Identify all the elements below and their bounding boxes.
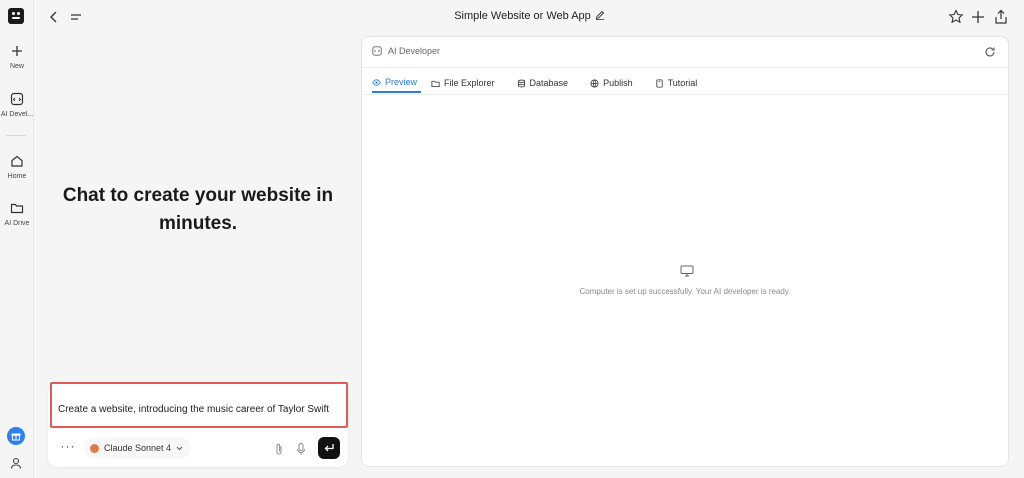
hero-heading: Chat to create your website in minutes. [62,185,334,234]
tab-preview[interactable]: Preview [372,73,422,93]
plus-icon [12,46,22,56]
tab-tutorial[interactable]: Tutorial [655,73,710,93]
divider [362,94,1008,95]
claude-logo-icon [90,443,99,453]
panel-header: AI Developer [372,46,440,56]
ai-developer-panel: AI Developer Preview File Explorer Datab… [361,36,1009,467]
gift-icon[interactable] [7,427,25,445]
globe-icon [590,78,599,88]
tab-label: File Explorer [444,78,495,88]
sidebar-item-new[interactable]: New [0,44,34,70]
code-editor-icon [10,92,24,106]
microphone-icon[interactable] [295,442,307,456]
prompt-text: Create a website, introducing the music … [58,404,330,415]
top-bar: Simple Website or Web App [35,0,1024,34]
sidebar-item-label: AI Devel... [0,111,34,118]
tab-label: Preview [385,77,418,87]
page-title: Simple Website or Web App [35,10,1024,22]
database-icon [517,79,525,87]
divider [362,67,1008,68]
eye-icon [372,78,381,86]
model-label: Claude Sonnet 4 [104,443,172,453]
attach-icon[interactable] [273,442,285,456]
left-sidebar: New AI Devel... Home AI Drive [0,0,34,478]
more-options-button[interactable]: ··· [58,440,78,456]
title-text: Simple Website or Web App [454,10,591,22]
book-icon [655,78,663,88]
enter-arrow-icon [324,444,334,452]
sidebar-divider [6,135,26,136]
prompt-input[interactable]: Create a website, introducing the music … [50,382,348,428]
code-editor-icon [372,46,382,56]
tab-file-explorer[interactable]: File Explorer [431,73,507,93]
model-selector[interactable]: Claude Sonnet 4 [84,438,192,458]
tab-publish[interactable]: Publish [590,73,645,93]
plus-icon[interactable] [969,8,987,26]
sidebar-item-label: New [9,63,24,70]
monitor-icon [680,265,694,277]
tab-label: Publish [603,78,633,88]
sidebar-item-label: AI Drive [4,220,30,227]
chevron-down-icon [176,446,183,450]
sidebar-item-label: Home [7,173,27,180]
folder-icon [431,80,440,87]
panel-title: AI Developer [388,46,441,56]
send-button[interactable] [318,437,340,459]
app-logo-icon[interactable] [8,8,24,24]
user-profile-icon[interactable] [9,456,23,470]
tab-label: Tutorial [667,78,698,88]
sidebar-item-ai-developer[interactable]: AI Devel... [0,92,34,118]
edit-pencil-icon[interactable] [595,10,605,20]
refresh-icon[interactable] [984,46,996,58]
share-icon[interactable] [992,8,1010,26]
sidebar-item-home[interactable]: Home [0,154,34,180]
folder-icon [10,203,24,214]
star-icon[interactable] [947,8,965,26]
tab-label: Database [529,78,569,88]
tab-database[interactable]: Database [517,73,581,93]
panel-tabs: Preview File Explorer Database Publish T… [372,73,719,93]
home-icon [11,155,23,167]
sidebar-item-ai-drive[interactable]: AI Drive [0,201,34,227]
status-message: Computer is set up successfully. Your AI… [579,287,791,296]
